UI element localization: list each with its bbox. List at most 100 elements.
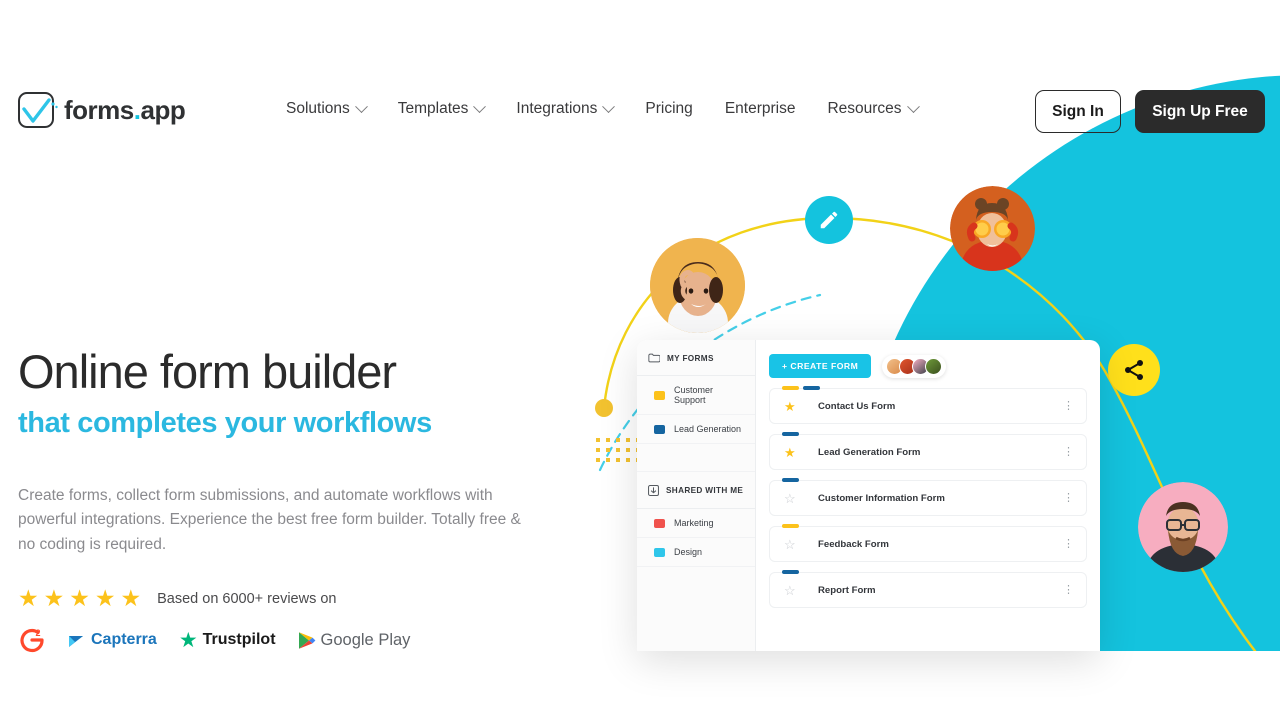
star-icon: ★ [120,585,142,612]
chevron-down-icon [906,99,920,113]
yellow-dot-endpoint [595,399,613,417]
share-icon-badge [1108,344,1160,396]
pencil-icon-badge [805,196,853,244]
nav-label: Pricing [645,100,693,117]
mock-sidebar-section-my-forms: MY FORMS [637,340,755,376]
avatar-photo-bearded-man [1138,482,1228,572]
badge-google-play[interactable]: Google Play [298,630,411,650]
chevron-down-icon [354,99,368,113]
star-icon: ★ [43,585,65,612]
favorite-star-icon[interactable]: ★ [784,400,804,413]
favorite-star-icon[interactable]: ☆ [784,492,804,505]
mock-folder-row[interactable]: Lead Generation [637,415,755,444]
mock-folder-row[interactable]: Design [637,538,755,567]
sign-up-free-button[interactable]: Sign Up Free [1135,90,1265,133]
stars-row: ★ ★ ★ ★ ★ Based on 6000+ reviews on [18,587,558,610]
nav-label: Solutions [286,100,350,117]
collaborator-avatars[interactable] [882,354,947,378]
mock-folder-label: Design [674,547,703,557]
auth-actions: Sign In Sign Up Free [1035,90,1265,133]
mock-folder-row[interactable]: Customer Support [637,376,755,415]
nav-item-templates[interactable]: Templates [398,99,487,118]
google-play-icon [298,631,315,649]
page-title: Online form builder [18,345,397,398]
row-menu-icon[interactable]: ⋮ [1063,447,1074,457]
form-name: Report Form [818,584,876,596]
favorite-star-icon[interactable]: ☆ [784,584,804,597]
badge-capterra[interactable]: Capterra [68,631,157,649]
capterra-icon [69,636,83,648]
nav-item-integrations[interactable]: Integrations [516,99,616,118]
inbox-icon [648,485,659,496]
nav-label: Enterprise [724,100,796,117]
nav-item-solutions[interactable]: Solutions [286,99,368,118]
nav-item-resources[interactable]: Resources [827,99,920,118]
review-platform-badges: 2 Capterra ★ Trustpilot Google Play [18,626,558,654]
mock-section-label: SHARED WITH ME [666,486,744,495]
mock-folder-label: Marketing [674,518,714,528]
folder-icon-red [654,518,665,528]
mock-sidebar-section-shared: SHARED WITH ME [637,472,755,509]
g2-icon: 2 [20,628,44,653]
mock-main-panel: + CREATE FORM ★ Contact Us Form ⋮ ★ Lead… [756,340,1100,651]
folder-icon-yellow [654,390,665,400]
form-name: Contact Us Form [818,400,896,412]
share-icon [1125,360,1143,380]
mock-folder-label: Lead Generation [674,424,742,434]
form-list-row[interactable]: ★ Contact Us Form ⋮ [769,386,1087,424]
mock-sidebar-spacer [637,444,755,472]
chevron-down-icon [602,99,616,113]
reviews-section: ★ ★ ★ ★ ★ Based on 6000+ reviews on 2 Ca… [18,587,558,654]
row-menu-icon[interactable]: ⋮ [1063,401,1074,411]
mock-sidebar: MY FORMS Customer Support Lead Generatio… [637,340,756,651]
create-form-button[interactable]: + CREATE FORM [769,354,872,378]
page-subtitle: that completes your workflows [18,406,432,439]
forms-app-logo-icon [18,92,58,128]
star-icon: ★ [94,585,116,612]
form-tag-bars [782,524,799,528]
page-root: MY FORMS Customer Support Lead Generatio… [0,0,1280,720]
form-tag-bars [782,386,820,390]
mock-toolbar: + CREATE FORM [769,354,1087,378]
nav-label: Integrations [516,100,598,117]
main-navigation: Solutions Templates Integrations Pricing… [286,99,920,118]
badge-g2[interactable]: 2 [18,626,46,654]
avatar-photo-woman-ok [650,238,745,333]
row-menu-icon[interactable]: ⋮ [1063,539,1074,549]
hero-description: Create forms, collect form submissions, … [18,486,521,553]
nav-item-pricing[interactable]: Pricing [645,100,692,118]
form-name: Lead Generation Form [818,446,921,458]
star-icon: ★ [69,585,90,612]
badge-trustpilot[interactable]: ★ Trustpilot [179,630,276,651]
hero-copy: Online form builder that completes your … [18,345,558,654]
form-name: Customer Information Form [818,492,945,504]
form-list-row[interactable]: ☆ Feedback Form ⋮ [769,524,1087,562]
logo[interactable]: forms.app [18,92,186,128]
pencil-icon [820,211,838,229]
trustpilot-star-icon: ★ [178,628,198,652]
logo-text-suffix: app [140,94,186,125]
mock-folder-row[interactable]: Marketing [637,509,755,538]
site-header: forms.app Solutions Templates Integratio… [0,0,1280,150]
badge-label: Google Play [320,630,411,649]
nav-item-enterprise[interactable]: Enterprise [725,100,796,118]
form-list-row[interactable]: ☆ Report Form ⋮ [769,570,1087,608]
sign-in-button[interactable]: Sign In [1035,90,1121,133]
rating-stars: ★ ★ ★ ★ ★ [18,587,141,610]
badge-label: Capterra [91,631,157,649]
chevron-down-icon [473,99,487,113]
row-menu-icon[interactable]: ⋮ [1063,585,1074,595]
mock-folder-label: Customer Support [674,385,714,405]
avatar-photo-woman-oranges [950,186,1035,271]
app-mockup-card: MY FORMS Customer Support Lead Generatio… [637,340,1100,651]
folder-icon-blue [654,424,665,434]
favorite-star-icon[interactable]: ★ [784,446,804,459]
form-list-row[interactable]: ★ Lead Generation Form ⋮ [769,432,1087,470]
logo-text-main: forms [64,94,134,125]
logo-text: forms.app [64,94,186,126]
star-icon: ★ [18,585,39,612]
form-list-row[interactable]: ☆ Customer Information Form ⋮ [769,478,1087,516]
row-menu-icon[interactable]: ⋮ [1063,493,1074,503]
form-tag-bars [782,570,799,574]
favorite-star-icon[interactable]: ☆ [784,538,804,551]
